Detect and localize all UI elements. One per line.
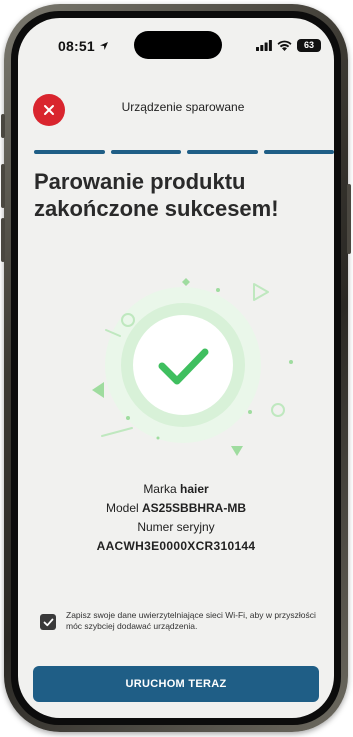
volume-up-button <box>1 164 5 208</box>
progress-step <box>34 150 105 154</box>
status-icons: 63 <box>256 38 321 52</box>
brand-row: Marka haier <box>34 480 318 499</box>
battery-indicator: 63 <box>297 38 321 52</box>
decor-line <box>101 427 133 437</box>
page-title: Parowanie produktu zakończone sukcesem! <box>34 169 279 221</box>
model-row: Model AS25SBBHRA-MB <box>34 499 318 518</box>
volume-down-button <box>1 218 5 262</box>
decor-triangle <box>92 382 104 398</box>
run-now-button[interactable]: URUCHOM TERAZ <box>33 666 319 702</box>
device-info: Marka haier Model AS25SBBHRA-MB Numer se… <box>34 480 318 556</box>
serial-label: Numer seryjny <box>137 520 215 534</box>
progress-step <box>110 150 181 154</box>
status-bar: 08:51 63 <box>18 18 334 64</box>
save-wifi-text: Zapisz swoje dane uwierzytelniające siec… <box>66 610 316 631</box>
brand-label: Marka <box>143 482 177 496</box>
decor-dot <box>248 410 252 414</box>
screen: 08:51 63 Urządzenie sparowane Parowanie … <box>18 18 334 718</box>
progress-steps <box>34 150 334 154</box>
wifi-icon <box>277 40 292 51</box>
save-wifi-option[interactable]: Zapisz swoje dane uwierzytelniające siec… <box>40 610 320 632</box>
success-illustration <box>92 278 293 456</box>
location-arrow-icon <box>99 42 108 50</box>
action-button <box>1 114 5 138</box>
serial-value: AACWH3E0000XCR310144 <box>96 539 256 553</box>
progress-step <box>187 150 258 154</box>
decor-diamond <box>182 278 190 286</box>
status-time: 08:51 <box>58 38 109 54</box>
progress-step <box>263 150 334 154</box>
close-button[interactable] <box>33 94 65 126</box>
save-wifi-checkbox[interactable] <box>40 614 56 630</box>
decor-dot <box>289 360 293 364</box>
signal-icon <box>256 39 272 51</box>
close-icon <box>44 105 54 115</box>
power-button <box>347 184 351 254</box>
decor-triangle <box>231 446 243 456</box>
decor-dot <box>126 416 130 420</box>
brand-value: haier <box>180 482 209 496</box>
model-value: AS25SBBHRA-MB <box>142 501 247 515</box>
check-icon <box>43 618 53 626</box>
decor-dot <box>216 288 220 292</box>
success-disc <box>133 315 233 415</box>
header-title: Urządzenie sparowane <box>121 100 245 114</box>
decor-triangle <box>253 283 269 301</box>
decor-ring <box>271 403 285 417</box>
dynamic-island <box>134 31 222 59</box>
model-label: Model <box>105 501 139 515</box>
decor-dot <box>156 436 160 440</box>
